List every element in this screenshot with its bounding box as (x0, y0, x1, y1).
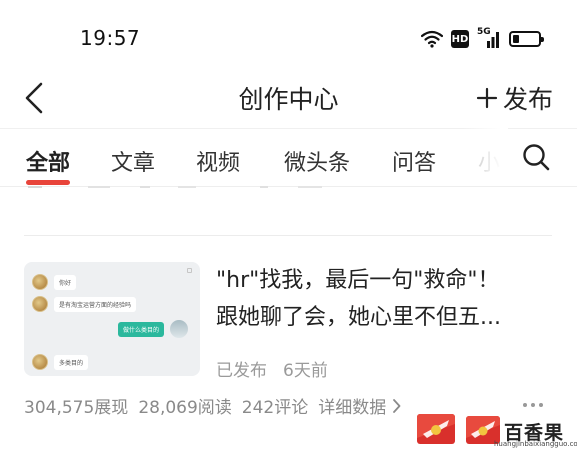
publish-time: 6天前 (283, 361, 328, 381)
comments-count: 242评论 (241, 398, 309, 418)
search-button[interactable] (521, 142, 551, 172)
thumbnail-corner-icon (187, 268, 192, 273)
hd-badge: HD (451, 30, 469, 48)
article-meta: 已发布 6天前 (216, 356, 328, 381)
more-dot (531, 403, 535, 407)
chat-message-row: 多类目的 (32, 354, 89, 370)
article-title[interactable]: "hr"找我，最后一句"救命"！ 跟她聊了会，她心里不但五... (216, 262, 556, 336)
tab-videos[interactable]: 视频 (196, 145, 240, 177)
publish-status: 已发布 (216, 361, 267, 381)
category-tabs: 全部 文章 视频 微头条 问答 小 (0, 128, 577, 186)
chevron-right-icon (393, 398, 401, 413)
cellular-signal-icon: 5G (477, 27, 501, 49)
chat-avatar (32, 274, 48, 290)
status-icons: HD 5G (421, 27, 544, 50)
chat-bubble: 多类目的 (54, 354, 89, 370)
status-bar: 19:57 HD 5G (0, 0, 577, 70)
active-tab-indicator (26, 180, 70, 185)
plus-icon (476, 87, 498, 109)
chat-bubble-sent: 做什么类目的 (118, 321, 165, 337)
detail-data-label: 详细数据 (318, 398, 387, 418)
publish-button[interactable]: 发布 (475, 78, 553, 118)
tab-micro-headlines[interactable]: 微头条 (284, 145, 350, 177)
chat-avatar (170, 320, 189, 338)
article-stats: 304,575展现 28,069阅读 242评论 详细数据 (24, 393, 401, 418)
chevron-left-icon (25, 82, 43, 114)
list-item-divider (24, 235, 552, 236)
tab-all[interactable]: 全部 (26, 145, 70, 177)
chat-message-row: 你好 (32, 274, 77, 290)
battery-icon (509, 31, 544, 47)
wifi-icon (421, 30, 443, 48)
more-dot (539, 403, 543, 407)
chat-bubble: 是有淘宝运营方面的经验吗 (54, 296, 137, 312)
search-icon (523, 144, 550, 171)
watermark-url: huangjinbaixiangguo.com (494, 440, 577, 448)
tab-qa[interactable]: 问答 (392, 145, 436, 177)
more-options-button[interactable] (523, 398, 555, 412)
back-button[interactable] (18, 78, 54, 118)
views-count: 304,575展现 (24, 398, 129, 418)
chat-avatar (32, 354, 48, 370)
battery-level (513, 35, 519, 43)
chat-avatar (32, 296, 48, 312)
article-thumbnail[interactable]: 你好 是有淘宝运营方面的经验吗 做什么类目的 多类目的 (24, 262, 200, 376)
more-dot (523, 403, 527, 407)
article-title-line: "hr"找我，最后一句"救命"！ (216, 268, 500, 293)
chat-message-row: 是有淘宝运营方面的经验吗 (32, 296, 137, 312)
chat-message-row: 做什么类目的 (118, 320, 189, 338)
detail-data-link[interactable]: 详细数据 (318, 393, 401, 418)
previous-item-remnant (28, 186, 322, 188)
status-time: 19:57 (80, 26, 141, 50)
nav-bar: 创作中心 发布 (0, 70, 577, 126)
reads-count: 28,069阅读 (138, 398, 232, 418)
chat-bubble: 你好 (54, 274, 77, 290)
tab-articles[interactable]: 文章 (111, 145, 155, 177)
publish-label: 发布 (502, 85, 553, 114)
watermark-logo (417, 414, 455, 444)
article-title-line: 跟她聊了会，她心里不但五... (216, 305, 501, 330)
tab-small-video[interactable]: 小 (478, 145, 500, 177)
